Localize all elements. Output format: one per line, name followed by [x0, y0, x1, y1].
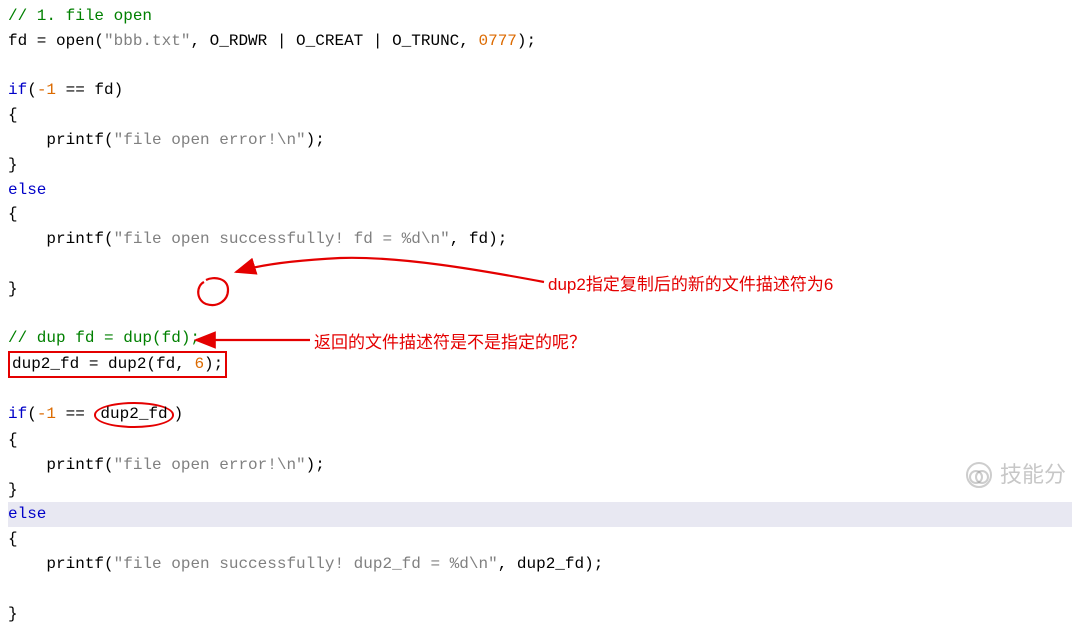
code-text: ( — [104, 131, 114, 149]
code-text: ( — [104, 456, 114, 474]
keyword-if: if — [8, 81, 27, 99]
code-line: printf("file open successfully! fd = %d\… — [8, 227, 1072, 252]
code-line: } — [8, 153, 1072, 178]
brace-open: { — [8, 530, 18, 548]
keyword-else: else — [8, 505, 46, 523]
number-literal: -1 — [37, 405, 56, 423]
code-line: printf("file open error!\n"); — [8, 128, 1072, 153]
brace-close: } — [8, 280, 18, 298]
highlighted-line: else — [8, 502, 1072, 527]
code-line: } — [8, 602, 1072, 626]
printf-call: printf — [46, 230, 104, 248]
brace-close: } — [8, 605, 18, 623]
code-line: fd = open("bbb.txt", O_RDWR | O_CREAT | … — [8, 29, 1072, 54]
code-line: // 1. file open — [8, 4, 1072, 29]
brace-close: } — [8, 156, 18, 174]
wechat-icon — [966, 462, 992, 488]
code-text: , dup2_fd); — [498, 555, 604, 573]
code-line: printf("file open error!\n"); — [8, 453, 1072, 478]
blank-line — [8, 252, 1072, 277]
code-line: printf("file open successfully! dup2_fd … — [8, 552, 1072, 577]
code-line: if(-1 == dup2_fd) — [8, 402, 1072, 428]
code-text: ); — [204, 355, 223, 373]
code-text: ); — [306, 456, 325, 474]
comment-text: // dup fd = dup(fd); — [8, 329, 200, 347]
code-line: { — [8, 202, 1072, 227]
code-text: ( — [104, 555, 114, 573]
string-literal: "file open successfully! dup2_fd = %d\n" — [114, 555, 498, 573]
indent — [8, 230, 46, 248]
code-text: ); — [306, 131, 325, 149]
code-text: ); — [517, 32, 536, 50]
code-text: dup2_fd — [100, 405, 167, 423]
watermark: 技能分 — [966, 458, 1066, 492]
brace-open: { — [8, 205, 18, 223]
number-literal: 6 — [194, 355, 204, 373]
code-line: else — [8, 178, 1072, 203]
code-text: fd = open( — [8, 32, 104, 50]
code-text: ) — [174, 405, 184, 423]
code-text: == fd) — [56, 81, 123, 99]
code-text: ( — [27, 81, 37, 99]
code-text: ( — [27, 405, 37, 423]
number-literal: 0777 — [478, 32, 516, 50]
blank-line — [8, 302, 1072, 327]
highlight-box: dup2_fd = dup2(fd, 6); — [8, 351, 227, 377]
blank-line — [8, 577, 1072, 602]
code-line: } — [8, 277, 1072, 302]
string-literal: "bbb.txt" — [104, 32, 190, 50]
keyword-if: if — [8, 405, 27, 423]
string-literal: "file open successfully! fd = %d\n" — [114, 230, 450, 248]
brace-open: { — [8, 106, 18, 124]
watermark-text: 技能分 — [1000, 458, 1066, 492]
code-text: , O_RDWR | O_CREAT | O_TRUNC, — [190, 32, 478, 50]
code-text: dup2_fd = dup2(fd, — [12, 355, 194, 373]
annotation-2: 返回的文件描述符是不是指定的呢？ — [314, 330, 586, 356]
code-text: , fd); — [450, 230, 508, 248]
code-line: if(-1 == fd) — [8, 78, 1072, 103]
code-line: { — [8, 428, 1072, 453]
code-line: } — [8, 478, 1072, 503]
brace-open: { — [8, 431, 18, 449]
printf-call: printf — [46, 555, 104, 573]
code-text: ( — [104, 230, 114, 248]
comment-text: // 1. file open — [8, 7, 152, 25]
number-literal: -1 — [37, 81, 56, 99]
indent — [8, 456, 46, 474]
brace-close: } — [8, 481, 18, 499]
blank-line — [8, 378, 1072, 403]
code-text: == — [56, 405, 94, 423]
code-line: { — [8, 103, 1072, 128]
highlight-circle: dup2_fd — [94, 402, 173, 428]
indent — [8, 131, 46, 149]
string-literal: "file open error!\n" — [114, 131, 306, 149]
indent — [8, 555, 46, 573]
annotation-1: dup2指定复制后的新的文件描述符为6 — [548, 272, 833, 298]
printf-call: printf — [46, 456, 104, 474]
string-literal: "file open error!\n" — [114, 456, 306, 474]
code-line: { — [8, 527, 1072, 552]
printf-call: printf — [46, 131, 104, 149]
keyword-else: else — [8, 181, 46, 199]
blank-line — [8, 54, 1072, 79]
